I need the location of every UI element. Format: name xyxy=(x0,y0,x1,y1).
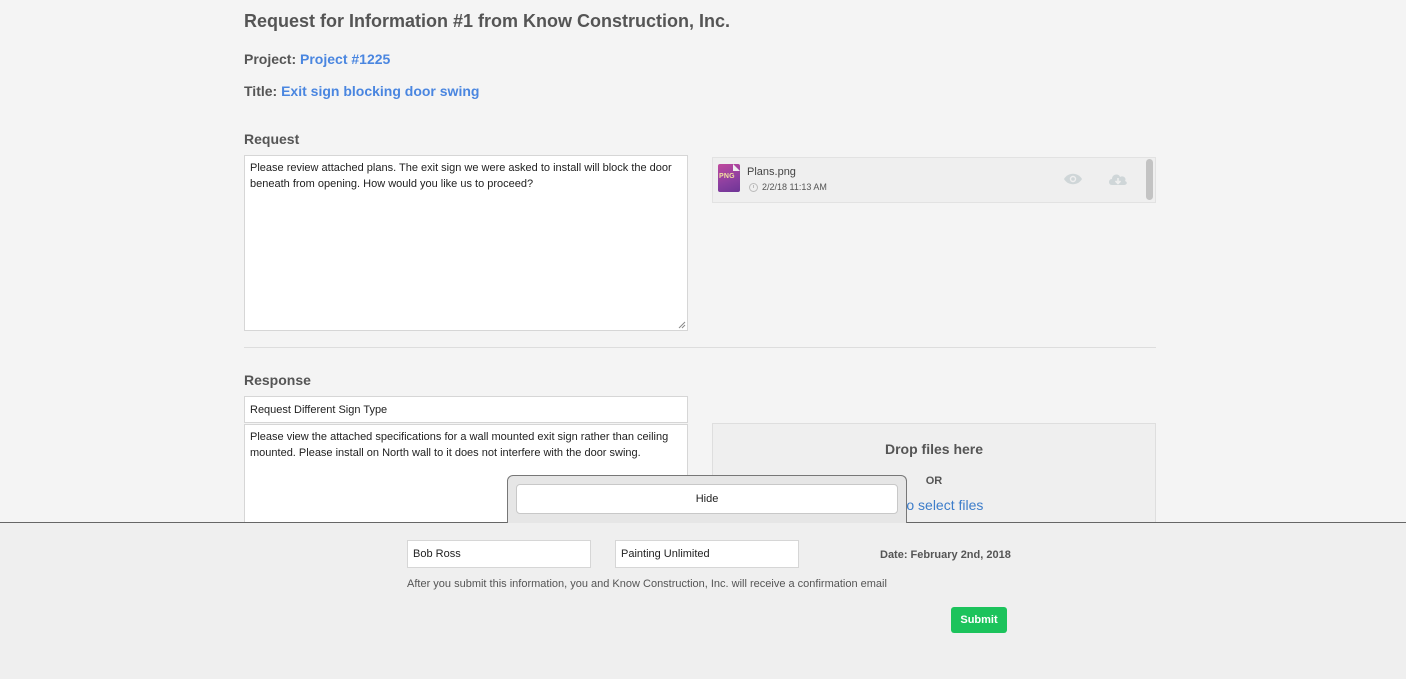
hide-button[interactable]: Hide xyxy=(516,484,898,514)
title-link[interactable]: Exit sign blocking door swing xyxy=(281,83,479,99)
request-text: Please review attached plans. The exit s… xyxy=(250,162,672,190)
title-line: Title: Exit sign blocking door swing xyxy=(244,83,479,99)
request-attachments: PNG Plans.png 2/2/18 11:13 AM xyxy=(712,157,1156,203)
attachment-name[interactable]: Plans.png xyxy=(747,166,796,178)
confirmation-note: After you submit this information, you a… xyxy=(407,578,887,590)
clock-icon xyxy=(749,182,758,192)
request-label: Request xyxy=(244,131,300,147)
title-label: Title: xyxy=(244,83,278,99)
project-line: Project: Project #1225 xyxy=(244,51,390,67)
submit-footer: Date: February 2nd, 2018 After you submi… xyxy=(0,522,1406,679)
request-textarea[interactable]: Please review attached plans. The exit s… xyxy=(244,155,688,331)
hide-popup: Hide xyxy=(507,475,907,523)
page-title: Request for Information #1 from Know Con… xyxy=(244,11,731,31)
company-input[interactable] xyxy=(615,540,799,568)
response-text: Please view the attached specifications … xyxy=(250,431,669,459)
attachment-date: 2/2/18 11:13 AM xyxy=(749,182,827,192)
date-label: Date: February 2nd, 2018 xyxy=(880,549,1011,561)
dropzone-title: Drop files here xyxy=(884,441,984,457)
attachment-date-text: 2/2/18 11:13 AM xyxy=(762,182,827,192)
project-link[interactable]: Project #1225 xyxy=(300,51,390,67)
eye-icon[interactable] xyxy=(1063,172,1083,186)
submit-button[interactable]: Submit xyxy=(951,607,1007,633)
response-label: Response xyxy=(244,372,311,388)
section-divider xyxy=(244,347,1156,348)
png-file-icon: PNG xyxy=(718,164,740,192)
response-subject-input[interactable] xyxy=(244,396,688,423)
attachments-scrollbar[interactable] xyxy=(1146,159,1153,200)
project-label: Project: xyxy=(244,51,297,67)
name-input[interactable] xyxy=(407,540,591,568)
resize-grip-icon[interactable] xyxy=(678,321,686,329)
cloud-download-icon[interactable] xyxy=(1107,170,1129,188)
